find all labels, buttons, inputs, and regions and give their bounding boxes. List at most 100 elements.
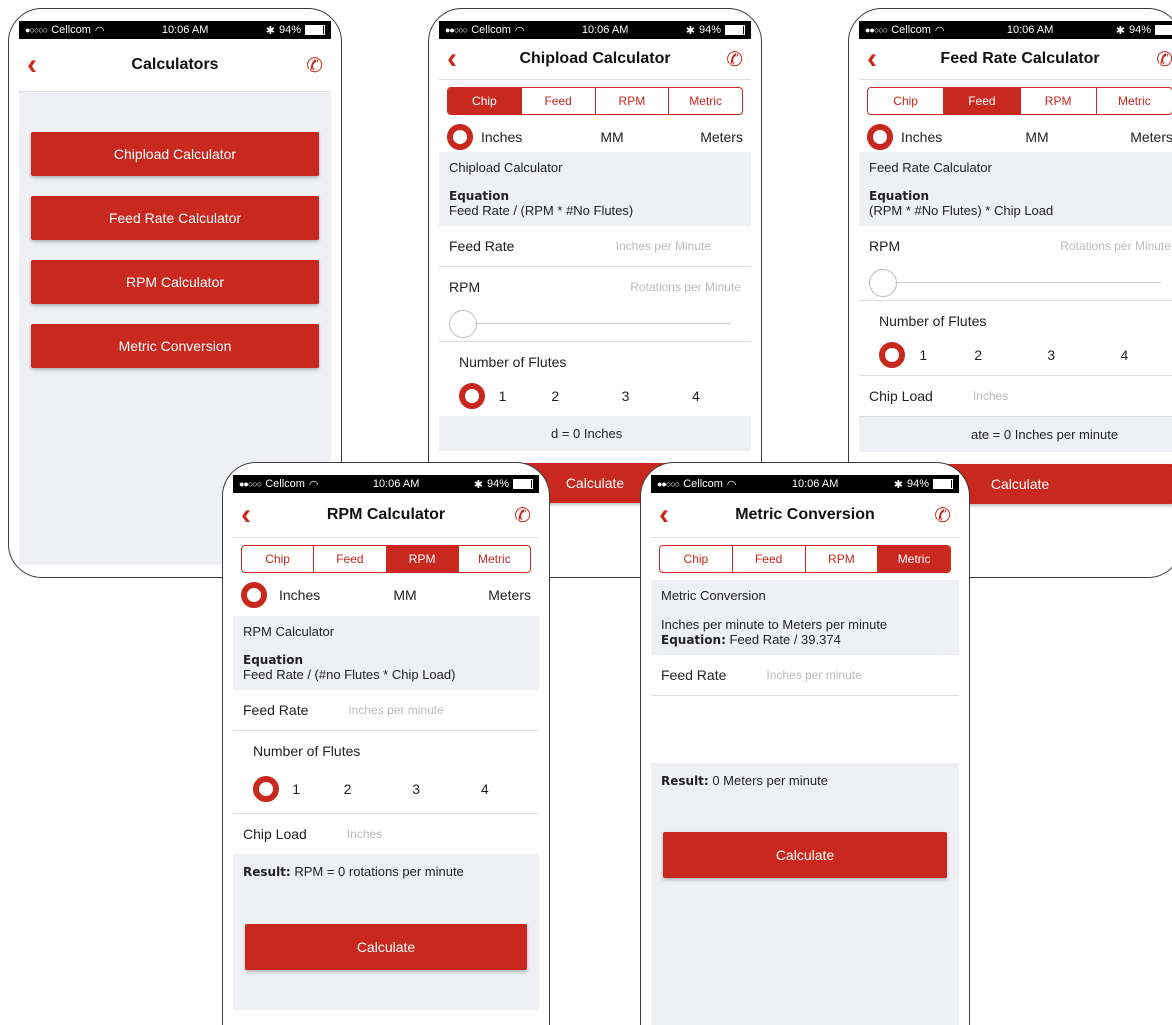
back-icon[interactable]: ‹: [447, 44, 471, 74]
radio-selected-icon[interactable]: [253, 776, 279, 802]
equation-section: Chipload Calculator Equation Feed Rate /…: [439, 152, 751, 226]
back-icon[interactable]: ‹: [241, 500, 265, 530]
back-icon[interactable]: ‹: [659, 500, 683, 530]
flute-option-1[interactable]: 1: [905, 347, 942, 363]
tab-metric[interactable]: Metric: [1095, 88, 1172, 114]
unit-meters[interactable]: Meters: [656, 129, 743, 145]
tab-feed[interactable]: Feed: [943, 88, 1020, 114]
flutes-selector: 1 2 3 4: [233, 765, 539, 814]
feed-rate-row: Feed Rate Inches per Minute: [439, 226, 751, 267]
unit-mm[interactable]: MM: [992, 129, 1083, 145]
flutes-selector: 1 2 3 4: [439, 376, 751, 416]
bluetooth-icon: ✱: [265, 24, 275, 37]
tab-rpm[interactable]: RPM: [804, 546, 878, 572]
flute-option-4[interactable]: 4: [450, 781, 519, 797]
radio-selected-icon[interactable]: [867, 124, 893, 150]
calculate-button[interactable]: Calculate: [663, 832, 947, 878]
tab-chip[interactable]: Chip: [448, 88, 521, 114]
tab-rpm[interactable]: RPM: [594, 88, 669, 114]
flute-option-1[interactable]: 1: [279, 781, 313, 797]
rpm-input[interactable]: Rotations per Minute: [630, 280, 741, 294]
phone-icon[interactable]: ✆: [719, 47, 743, 72]
radio-selected-icon[interactable]: [459, 383, 485, 409]
phone-icon[interactable]: ✆: [507, 503, 531, 528]
feed-rate-input[interactable]: Inches per Minute: [616, 239, 711, 253]
calculator-tabs: Chip Feed RPM Metric: [241, 545, 531, 573]
page-title: Calculators: [131, 56, 219, 73]
battery-label: 94%: [278, 24, 301, 36]
rpm-calculator-button[interactable]: RPM Calculator: [31, 260, 319, 304]
rpm-slider[interactable]: [439, 307, 751, 342]
flute-option-4[interactable]: 4: [661, 388, 731, 404]
rpm-slider[interactable]: [859, 266, 1172, 301]
slider-knob[interactable]: [449, 310, 477, 338]
tab-chip[interactable]: Chip: [660, 546, 732, 572]
feed-rate-row: Feed Rate Inches per minute: [233, 690, 539, 731]
conversion-description: Inches per minute to Meters per minute: [661, 617, 888, 632]
metric-conversion-button[interactable]: Metric Conversion: [31, 324, 319, 368]
radio-selected-icon[interactable]: [447, 124, 473, 150]
unit-mm[interactable]: MM: [363, 587, 447, 603]
tab-rpm[interactable]: RPM: [385, 546, 458, 572]
status-bar: ●●○○○ Cellcom ◠ 10:06 AM ✱ 94%: [439, 21, 751, 39]
phone-icon[interactable]: ✆: [927, 503, 951, 528]
radio-selected-icon[interactable]: [879, 342, 905, 368]
flute-option-2[interactable]: 2: [313, 781, 382, 797]
result-label: Result:: [661, 774, 709, 788]
calculator-tabs: Chip Feed RPM Metric: [447, 87, 743, 115]
bluetooth-icon: ✱: [1115, 24, 1125, 37]
unit-inches[interactable]: Inches: [901, 129, 992, 145]
chip-load-input[interactable]: Inches: [347, 827, 382, 841]
flute-option-1[interactable]: 1: [485, 388, 520, 404]
back-icon[interactable]: ‹: [27, 50, 51, 80]
unit-mm[interactable]: MM: [568, 129, 655, 145]
unit-meters[interactable]: Meters: [1082, 129, 1172, 145]
feed-rate-calculator-button[interactable]: Feed Rate Calculator: [31, 196, 319, 240]
tab-rpm[interactable]: RPM: [1019, 88, 1096, 114]
nav-bar: ‹ Calculators ✆: [19, 39, 331, 92]
flute-option-4[interactable]: 4: [1088, 347, 1161, 363]
flute-option-2[interactable]: 2: [520, 388, 590, 404]
flute-option-3[interactable]: 3: [590, 388, 660, 404]
result-text: d = 0 Inches: [551, 426, 623, 441]
tab-metric[interactable]: Metric: [457, 546, 530, 572]
tab-chip[interactable]: Chip: [868, 88, 943, 114]
radio-selected-icon[interactable]: [241, 582, 267, 608]
equation-label: Equation: [869, 189, 930, 203]
status-bar: ●●○○○ Cellcom ◠ 10:06 AM ✱ 94%: [233, 475, 539, 493]
unit-inches[interactable]: Inches: [279, 587, 363, 603]
feed-rate-input[interactable]: Inches per minute: [766, 668, 861, 682]
rpm-row: RPM Rotations per Minute: [859, 226, 1172, 266]
equation-label: Equation: [449, 189, 510, 203]
phone-metric: ●●○○○ Cellcom ◠ 10:06 AM ✱ 94% ‹ Metric Con…: [640, 462, 970, 1025]
slider-knob[interactable]: [869, 269, 897, 297]
chip-load-input[interactable]: Inches: [973, 389, 1008, 403]
chip-load-label: Chip Load: [869, 388, 933, 404]
rpm-input[interactable]: Rotations per Minute: [1060, 239, 1171, 253]
tab-metric[interactable]: Metric: [668, 88, 742, 114]
page-title: Feed Rate Calculator: [940, 50, 1100, 67]
tab-feed[interactable]: Feed: [313, 546, 385, 572]
equation-section: RPM Calculator Equation Feed Rate / (#no…: [233, 616, 539, 690]
flute-option-3[interactable]: 3: [1015, 347, 1088, 363]
tab-chip[interactable]: Chip: [242, 546, 313, 572]
tab-metric[interactable]: Metric: [877, 546, 950, 572]
section-title: Feed Rate Calculator: [869, 160, 992, 175]
feed-rate-input[interactable]: Inches per minute: [348, 703, 443, 717]
result-text: RPM = 0 rotations per minute: [294, 864, 464, 879]
phone-icon[interactable]: ✆: [299, 53, 323, 78]
unit-meters[interactable]: Meters: [447, 587, 531, 603]
wifi-icon: ◠: [514, 24, 525, 37]
feed-rate-label: Feed Rate: [243, 702, 309, 718]
tab-feed[interactable]: Feed: [731, 546, 805, 572]
back-icon[interactable]: ‹: [867, 44, 891, 74]
result-text: ate = 0 Inches per minute: [971, 427, 1119, 442]
chipload-calculator-button[interactable]: Chipload Calculator: [31, 132, 319, 176]
unit-inches[interactable]: Inches: [481, 129, 568, 145]
flute-option-2[interactable]: 2: [942, 347, 1015, 363]
calculate-button[interactable]: Calculate: [245, 924, 527, 970]
wifi-icon: ◠: [726, 478, 737, 491]
flute-option-3[interactable]: 3: [382, 781, 451, 797]
phone-icon[interactable]: ✆: [1149, 47, 1172, 72]
tab-feed[interactable]: Feed: [520, 88, 595, 114]
